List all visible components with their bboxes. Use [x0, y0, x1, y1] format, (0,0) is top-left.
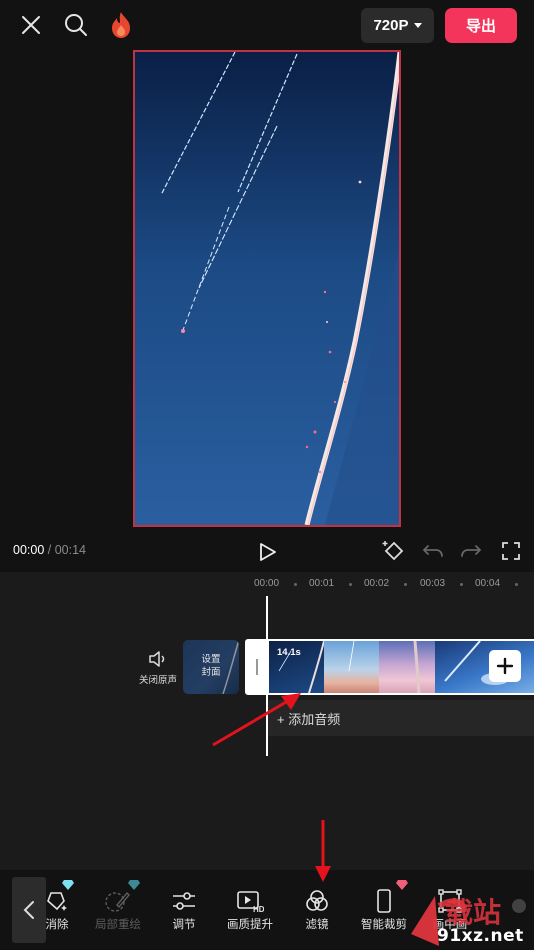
tool-partial-redraw[interactable]: 局部重绘 [88, 880, 148, 932]
tool-label: 画质提升 [227, 919, 273, 931]
cover-label-line2: 封面 [201, 667, 221, 678]
tool-eraser[interactable]: 消除 [27, 880, 87, 932]
top-bar: 720P 导出 [0, 0, 534, 48]
watermark-text: 91xz.net [437, 926, 524, 946]
time-separator: / [44, 543, 55, 557]
undo-icon[interactable] [420, 538, 446, 564]
time-display: 00:00 / 00:14 [13, 543, 86, 557]
ruler-tick: 00:04 [475, 578, 501, 589]
current-time: 00:00 [13, 543, 45, 557]
cover-label-line1: 设置 [201, 654, 221, 665]
svg-text:HD: HD [253, 905, 264, 913]
add-audio-track[interactable]: + 添加音频 [267, 700, 534, 736]
tool-label: 滤镜 [305, 919, 329, 931]
tool-label: 局部重绘 [95, 919, 141, 931]
speaker-icon [132, 648, 184, 670]
mute-original-audio-button[interactable]: 关闭原声 [132, 648, 184, 686]
tool-quality-boost[interactable]: HD 画质提升 [220, 886, 280, 932]
tool-label: 调节 [172, 919, 196, 931]
tool-label: 消除 [45, 919, 69, 931]
hd-play-icon: HD [220, 886, 280, 916]
ruler-dot [460, 583, 463, 586]
clip-thumbnail [379, 641, 435, 693]
ruler-tick: 00:02 [364, 578, 390, 589]
resolution-select[interactable]: 720P [361, 8, 434, 43]
ruler-dot [294, 583, 297, 586]
annotation-arrow [315, 820, 331, 882]
add-clip-button[interactable] [489, 650, 521, 682]
keyframe-icon[interactable] [381, 538, 407, 564]
search-icon[interactable] [62, 11, 90, 39]
redo-icon[interactable] [458, 538, 484, 564]
brush-icon [88, 880, 148, 916]
annotation-arrow [212, 693, 301, 747]
eraser-sparkle-icon [27, 880, 87, 916]
svg-text:载站: 载站 [445, 896, 501, 929]
ruler-dot [404, 583, 407, 586]
video-preview [0, 48, 534, 528]
set-cover-button[interactable]: 设置 封面 [183, 640, 239, 694]
total-time: 00:14 [54, 543, 86, 557]
fullscreen-icon[interactable] [498, 538, 524, 564]
tool-filter[interactable]: 滤镜 [287, 886, 347, 932]
premium-gem-icon [128, 880, 140, 890]
tool-adjust[interactable]: 调节 [154, 886, 214, 932]
ruler-dot [515, 583, 518, 586]
hot-flame-icon[interactable] [108, 10, 134, 40]
plus-icon [496, 657, 514, 675]
close-icon[interactable] [18, 12, 44, 38]
ruler-dot [349, 583, 352, 586]
cover-label: 设置 封面 [183, 653, 239, 679]
export-button[interactable]: 导出 [445, 8, 517, 43]
filter-circles-icon [287, 886, 347, 916]
resolution-label: 720P [373, 17, 409, 34]
preview-frame[interactable] [133, 50, 401, 527]
premium-gem-icon [62, 880, 74, 890]
caret-down-icon [413, 22, 422, 28]
preview-image [135, 52, 399, 525]
clip-duration: 14.1s [277, 647, 301, 658]
ruler-tick: 00:01 [309, 578, 335, 589]
mute-label: 关闭原声 [138, 675, 177, 686]
ruler-tick: 00:00 [254, 578, 280, 589]
clip-thumbnail [324, 641, 379, 693]
playback-controls: 00:00 / 00:14 [0, 530, 534, 572]
sliders-icon [154, 886, 214, 916]
ruler-tick: 00:03 [420, 578, 446, 589]
play-icon[interactable] [255, 539, 281, 565]
